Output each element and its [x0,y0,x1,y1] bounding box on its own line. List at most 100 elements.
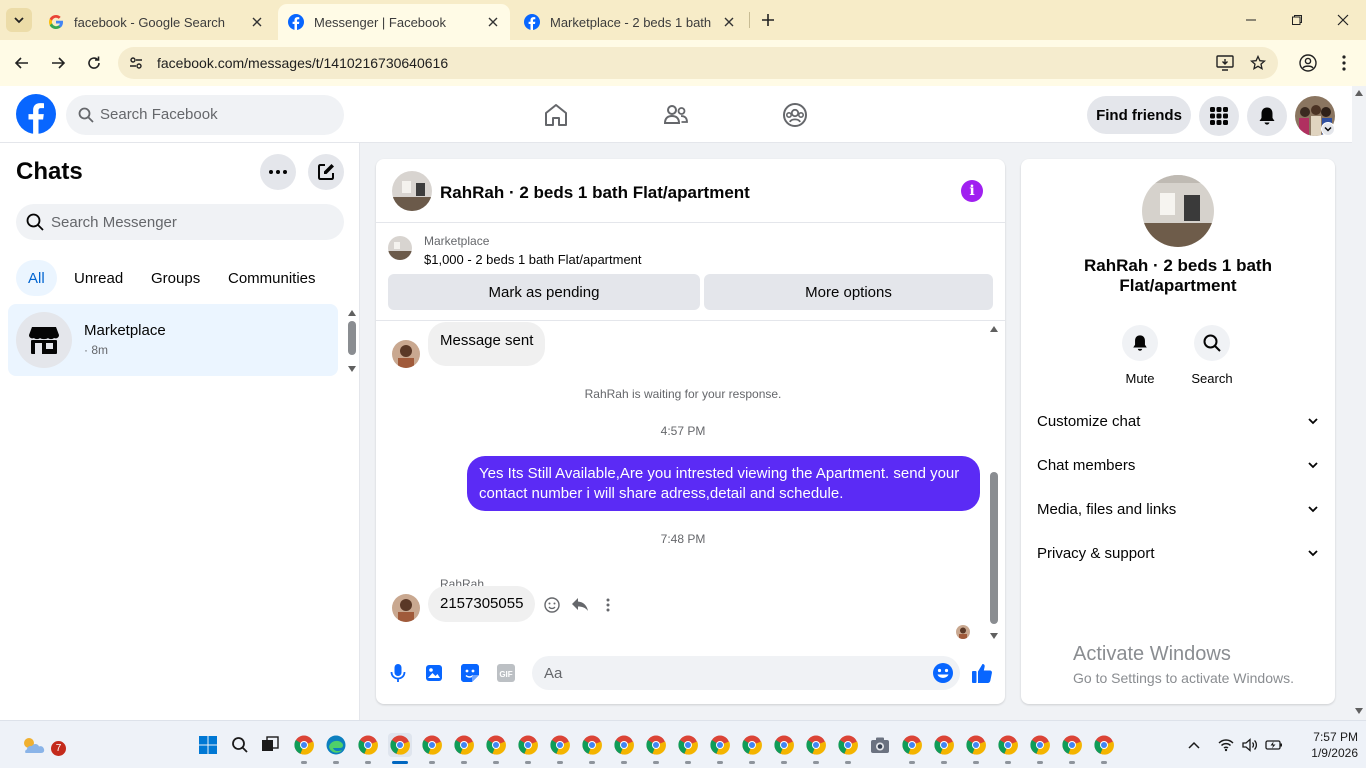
chrome-taskbar-icon[interactable] [292,733,316,757]
facebook-logo-icon[interactable] [16,94,56,134]
mute-button[interactable]: Mute [1110,325,1170,386]
chrome-taskbar-icon[interactable] [356,733,380,757]
emoji-icon[interactable] [932,662,954,684]
browser-menu-button[interactable] [1333,52,1355,74]
friends-icon[interactable] [663,102,689,128]
edge-taskbar-icon[interactable] [324,733,348,757]
privacy-support-section[interactable]: Privacy & support [1037,531,1319,575]
listing-title[interactable]: $1,000 - 2 beds 1 bath Flat/apartment [424,252,642,267]
mark-as-pending-button[interactable]: Mark as pending [388,274,700,310]
reply-button[interactable] [570,595,590,615]
customize-chat-section[interactable]: Customize chat [1037,399,1319,443]
install-app-icon[interactable] [1216,54,1234,72]
new-tab-button[interactable] [757,9,779,31]
show-hidden-icons-button[interactable] [1182,733,1206,757]
bookmark-star-icon[interactable] [1249,54,1267,72]
chrome-taskbar-icon[interactable] [996,733,1020,757]
chrome-taskbar-icon[interactable] [836,733,860,757]
system-clock[interactable]: 7:57 PM 1/9/2026 [1288,729,1358,761]
battery-status[interactable] [1262,733,1286,757]
conversation-info-button[interactable]: i [961,180,983,202]
conversation-title[interactable]: RahRah · 2 beds 1 bath Flat/apartment [440,183,750,203]
restore-button[interactable] [1274,0,1320,40]
tab-search-button[interactable] [6,8,32,32]
notifications-button[interactable] [1247,96,1287,136]
profile-button[interactable] [1297,52,1319,74]
send-like-button[interactable] [970,661,994,685]
outgoing-message-bubble[interactable]: Yes Its Still Available,Are you intreste… [467,456,980,511]
chrome-taskbar-icon[interactable] [900,733,924,757]
attach-media-button[interactable] [422,661,446,685]
message-scrollbar[interactable] [987,322,1001,644]
conversation-avatar[interactable] [392,171,432,211]
media-files-links-section[interactable]: Media, files and links [1037,487,1319,531]
filter-all[interactable]: All [16,260,57,296]
chrome-taskbar-icon[interactable] [708,733,732,757]
incoming-message-bubble[interactable]: 2157305055 [428,586,536,622]
more-options-button[interactable]: More options [704,274,993,310]
voice-clip-button[interactable] [386,661,410,685]
tab-google-search[interactable]: facebook - Google Search [38,4,274,40]
chrome-taskbar-icon[interactable] [484,733,508,757]
react-button[interactable] [542,595,562,615]
new-message-button[interactable] [308,154,344,190]
message-more-button[interactable] [598,595,618,615]
chrome-taskbar-icon[interactable] [452,733,476,757]
forward-button[interactable] [47,52,69,74]
chrome-taskbar-icon[interactable] [420,733,444,757]
scrollbar-thumb[interactable] [990,472,998,624]
volume-control[interactable] [1238,733,1262,757]
account-menu-badge[interactable] [1321,122,1335,136]
listing-thumbnail[interactable] [388,236,412,260]
chrome-taskbar-icon[interactable] [772,733,796,757]
chrome-taskbar-icon[interactable] [932,733,956,757]
back-button[interactable] [11,52,33,74]
tab-marketplace[interactable]: Marketplace - 2 beds 1 bath Fla [514,4,746,40]
chrome-taskbar-icon[interactable] [644,733,668,757]
minimize-button[interactable] [1228,0,1274,40]
info-avatar[interactable] [1142,175,1214,247]
taskbar-search-button[interactable] [228,733,252,757]
chrome-taskbar-icon[interactable] [676,733,700,757]
chrome-taskbar-icon[interactable] [1028,733,1052,757]
close-window-button[interactable] [1320,0,1366,40]
task-view-button[interactable] [258,733,282,757]
chrome-taskbar-icon[interactable] [1060,733,1084,757]
filter-unread[interactable]: Unread [62,260,135,296]
site-info-icon[interactable] [127,54,145,72]
chrome-taskbar-icon-active[interactable] [388,733,412,757]
chat-list-item-marketplace[interactable]: Marketplace · 8m [8,304,338,376]
wifi-status[interactable] [1214,733,1238,757]
chrome-taskbar-icon[interactable] [548,733,572,757]
menu-button[interactable] [1199,96,1239,136]
address-bar[interactable]: facebook.com/messages/t/1410216730640616 [118,47,1278,79]
chrome-taskbar-icon[interactable] [804,733,828,757]
close-tab-icon[interactable] [486,15,500,29]
search-messenger-input[interactable]: Search Messenger [16,204,344,240]
filter-communities[interactable]: Communities [216,260,328,296]
chat-options-button[interactable] [260,154,296,190]
close-tab-icon[interactable] [722,15,736,29]
camera-taskbar-icon[interactable] [868,733,892,757]
close-tab-icon[interactable] [250,15,264,29]
chrome-taskbar-icon[interactable] [964,733,988,757]
message-sent-bubble[interactable]: Message sent [428,322,546,366]
chrome-taskbar-icon[interactable] [580,733,604,757]
chrome-taskbar-icon[interactable] [740,733,764,757]
rahrah-avatar[interactable] [392,340,420,368]
reload-button[interactable] [83,52,105,74]
chrome-taskbar-icon[interactable] [1092,733,1116,757]
page-scrollbar[interactable] [1352,86,1366,720]
gif-button[interactable]: GIF [494,661,518,685]
tab-messenger[interactable]: Messenger | Facebook [278,4,510,40]
start-button[interactable] [196,733,220,757]
message-input[interactable]: Aa [532,656,960,690]
chat-members-section[interactable]: Chat members [1037,443,1319,487]
chat-list-scrollbar[interactable] [345,306,359,376]
filter-groups[interactable]: Groups [139,260,212,296]
facebook-search-input[interactable]: Search Facebook [66,95,344,135]
scrollbar-thumb[interactable] [348,321,356,355]
find-friends-button[interactable]: Find friends [1087,96,1191,134]
chrome-taskbar-icon[interactable] [612,733,636,757]
chrome-taskbar-icon[interactable] [516,733,540,757]
